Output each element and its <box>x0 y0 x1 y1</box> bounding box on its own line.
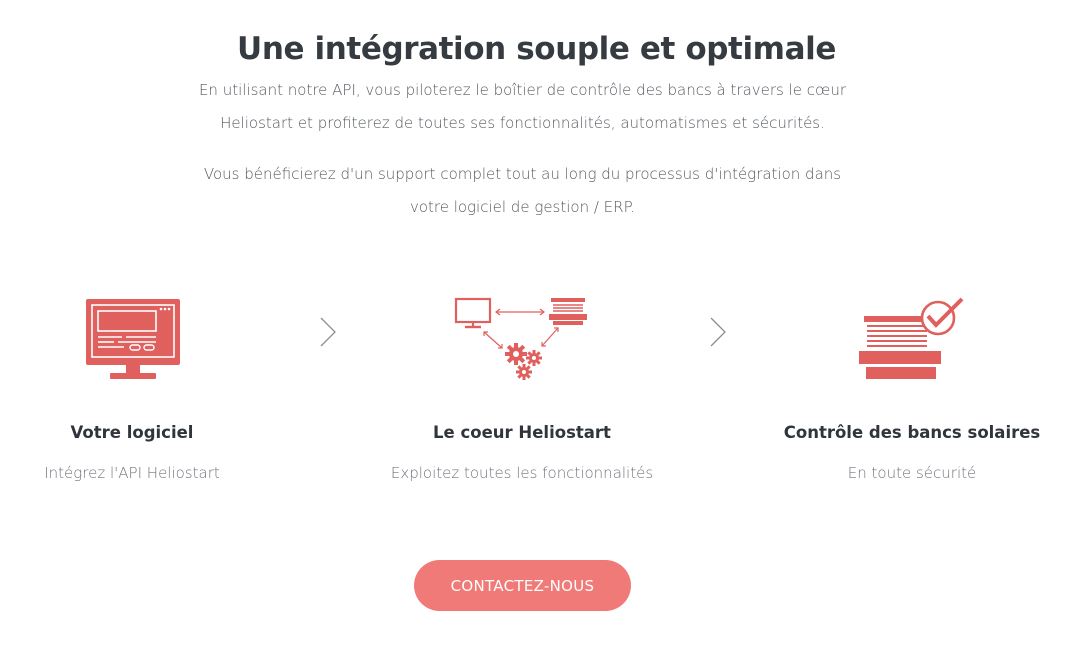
intro-paragraph: En utilisant notre API, vous piloterez l… <box>150 74 895 140</box>
step-subtitle-sunbeds: En toute sécurité <box>847 464 977 482</box>
chevron-right-icon <box>319 316 337 352</box>
intro-line-1: En utilisant notre API, vous piloterez l… <box>198 81 847 99</box>
chevron-right-icon <box>709 316 727 352</box>
support-line-1: Vous bénéficierez d'un support complet t… <box>203 165 842 183</box>
step-subtitle-heliostart: Exploitez toutes les fonctionnalités <box>390 464 654 482</box>
support-paragraph: Vous bénéficierez d'un support complet t… <box>150 158 895 224</box>
step-title-heliostart: Le coeur Heliostart <box>433 423 611 442</box>
monitor-software-icon <box>84 297 182 381</box>
network-gears-icon <box>454 296 590 382</box>
step-title-software: Votre logiciel <box>70 423 194 442</box>
step-title-sunbeds: Contrôle des bancs solaires <box>783 423 1041 442</box>
support-line-2: votre logiciel de gestion / ERP. <box>409 198 636 216</box>
step-subtitle-software: Intégrez l'API Heliostart <box>44 464 220 482</box>
page-title: Une intégration souple et optimale <box>237 30 836 67</box>
sunbed-check-icon <box>858 296 968 382</box>
intro-line-2: Heliostart et profiterez de toutes ses f… <box>220 114 825 132</box>
contact-button[interactable]: CONTACTEZ-NOUS <box>414 560 631 611</box>
